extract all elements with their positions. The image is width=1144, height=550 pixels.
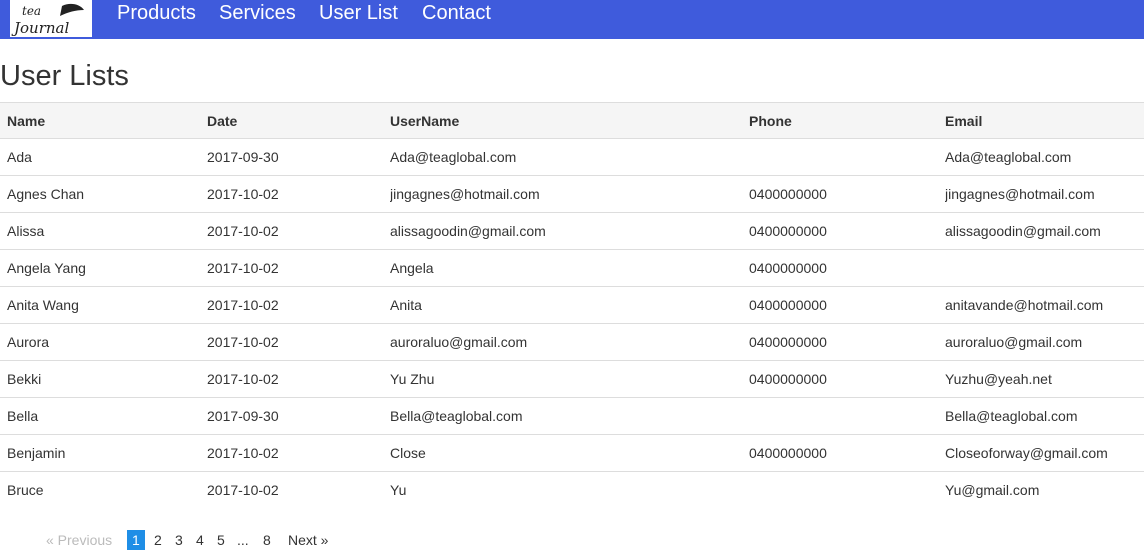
svg-text:tea: tea [22, 4, 41, 18]
table-row[interactable]: Ada 2017-09-30 Ada@teaglobal.com Ada@teaglo… [0, 139, 1144, 176]
cell-username: alissagoodin@gmail.com [390, 223, 546, 239]
cell-email: Yu@gmail.com [945, 482, 1040, 498]
cell-name: Bella [7, 408, 39, 424]
table-row[interactable]: Bruce 2017-10-02 Yu Yu@gmail.com [0, 472, 1144, 509]
top-navbar: tea Journal Products Services User List … [0, 0, 1144, 39]
column-header-date[interactable]: Date [207, 103, 377, 139]
table-header-row: Name Date UserName Phone Email [0, 102, 1144, 139]
cell-name: Alissa [7, 223, 45, 239]
cell-phone: 0400000000 [749, 260, 827, 276]
table-row[interactable]: Bella 2017-09-30 Bella@teaglobal.com Bella@… [0, 398, 1144, 435]
nav-user-list-link[interactable]: User List [319, 1, 398, 25]
cell-email: Ada@teaglobal.com [945, 149, 1072, 165]
cell-date: 2017-10-02 [207, 223, 279, 239]
cell-phone: 0400000000 [749, 371, 827, 387]
cell-name: Aurora [7, 334, 50, 350]
column-header-phone[interactable]: Phone [749, 103, 935, 139]
cell-phone: 0400000000 [749, 186, 827, 202]
cell-name: Ada [7, 149, 32, 165]
cell-name: Anita Wang [7, 297, 79, 313]
cell-phone [749, 398, 935, 434]
cell-phone: 0400000000 [749, 334, 827, 350]
table-row[interactable]: Bekki 2017-10-02 Yu Zhu 0400000000 Yuzhu@yea… [0, 361, 1144, 398]
table-row[interactable]: Angela Yang 2017-10-02 Angela 0400000000 [0, 250, 1144, 287]
table-row[interactable]: Agnes Chan 2017-10-02 jingagnes@hotmail.co… [0, 176, 1144, 213]
cell-email: jingagnes@hotmail.com [945, 186, 1095, 202]
cell-phone: 0400000000 [749, 223, 827, 239]
table-row[interactable]: Anita Wang 2017-10-02 Anita 0400000000 anita… [0, 287, 1144, 324]
cell-email: Closeoforway@gmail.com [945, 445, 1108, 461]
nav-products-link[interactable]: Products [117, 1, 196, 25]
pagination-page-1[interactable]: 1 [127, 530, 145, 550]
cell-username: Anita [390, 297, 422, 313]
column-header-name[interactable]: Name [7, 103, 197, 139]
pagination-previous[interactable]: « Previous [46, 530, 112, 550]
cell-phone: 0400000000 [749, 297, 827, 313]
table-body: Ada 2017-09-30 Ada@teaglobal.com Ada@teaglo… [0, 139, 1144, 509]
cell-name: Angela Yang [7, 260, 86, 276]
cell-email: anitavande@hotmail.com [945, 297, 1104, 313]
cell-email [945, 250, 1144, 286]
svg-text:Journal: Journal [11, 19, 69, 37]
cell-date: 2017-10-02 [207, 334, 279, 350]
pagination-page-4[interactable]: 4 [196, 530, 204, 550]
cell-username: auroraluo@gmail.com [390, 334, 528, 350]
column-header-email[interactable]: Email [945, 103, 1144, 139]
cell-username: Yu Zhu [390, 371, 435, 387]
cell-email: alissagoodin@gmail.com [945, 223, 1101, 239]
nav-services-link[interactable]: Services [219, 1, 296, 25]
cell-name: Agnes Chan [7, 186, 85, 202]
pagination-page-5[interactable]: 5 [217, 530, 225, 550]
cell-email: Bella@teaglobal.com [945, 408, 1078, 424]
brand-logo[interactable]: tea Journal [10, 0, 92, 37]
cell-date: 2017-10-02 [207, 260, 279, 276]
cell-username: Angela [390, 260, 434, 276]
page-title: User Lists [0, 60, 129, 92]
pagination-page-8[interactable]: 8 [263, 530, 271, 550]
pagination-ellipsis: ... [237, 532, 249, 548]
table-row[interactable]: Alissa 2017-10-02 alissagoodin@gmail.com 04… [0, 213, 1144, 250]
cell-date: 2017-10-02 [207, 297, 279, 313]
nav-contact-link[interactable]: Contact [422, 1, 491, 25]
pagination: « Previous 1 2 3 4 5 ... 8 Next » [0, 530, 600, 550]
cell-email: auroraluo@gmail.com [945, 334, 1083, 350]
table-row[interactable]: Benjamin 2017-10-02 Close 0400000000 Closeof… [0, 435, 1144, 472]
cell-name: Bruce [7, 482, 44, 498]
cell-username: Close [390, 445, 426, 461]
tea-journal-logo-icon: tea Journal [11, 3, 84, 37]
cell-date: 2017-09-30 [207, 408, 279, 424]
pagination-next[interactable]: Next » [288, 530, 328, 550]
cell-date: 2017-09-30 [207, 149, 279, 165]
cell-name: Bekki [7, 371, 42, 387]
pagination-page-3[interactable]: 3 [175, 530, 183, 550]
cell-date: 2017-10-02 [207, 482, 279, 498]
cell-date: 2017-10-02 [207, 445, 279, 461]
pagination-page-2[interactable]: 2 [154, 530, 162, 550]
cell-email: Yuzhu@yeah.net [945, 371, 1052, 387]
cell-username: jingagnes@hotmail.com [390, 186, 540, 202]
cell-phone [749, 472, 935, 508]
cell-name: Benjamin [7, 445, 66, 461]
cell-date: 2017-10-02 [207, 186, 279, 202]
cell-username: Ada@teaglobal.com [390, 149, 517, 165]
user-table: Name Date UserName Phone Email Ada 2017-0… [0, 102, 1144, 509]
column-header-username[interactable]: UserName [390, 103, 740, 139]
cell-username: Yu [390, 482, 407, 498]
cell-phone [749, 139, 935, 175]
cell-username: Bella@teaglobal.com [390, 408, 523, 424]
table-row[interactable]: Aurora 2017-10-02 auroraluo@gmail.com 04000… [0, 324, 1144, 361]
cell-date: 2017-10-02 [207, 371, 279, 387]
cell-phone: 0400000000 [749, 445, 827, 461]
